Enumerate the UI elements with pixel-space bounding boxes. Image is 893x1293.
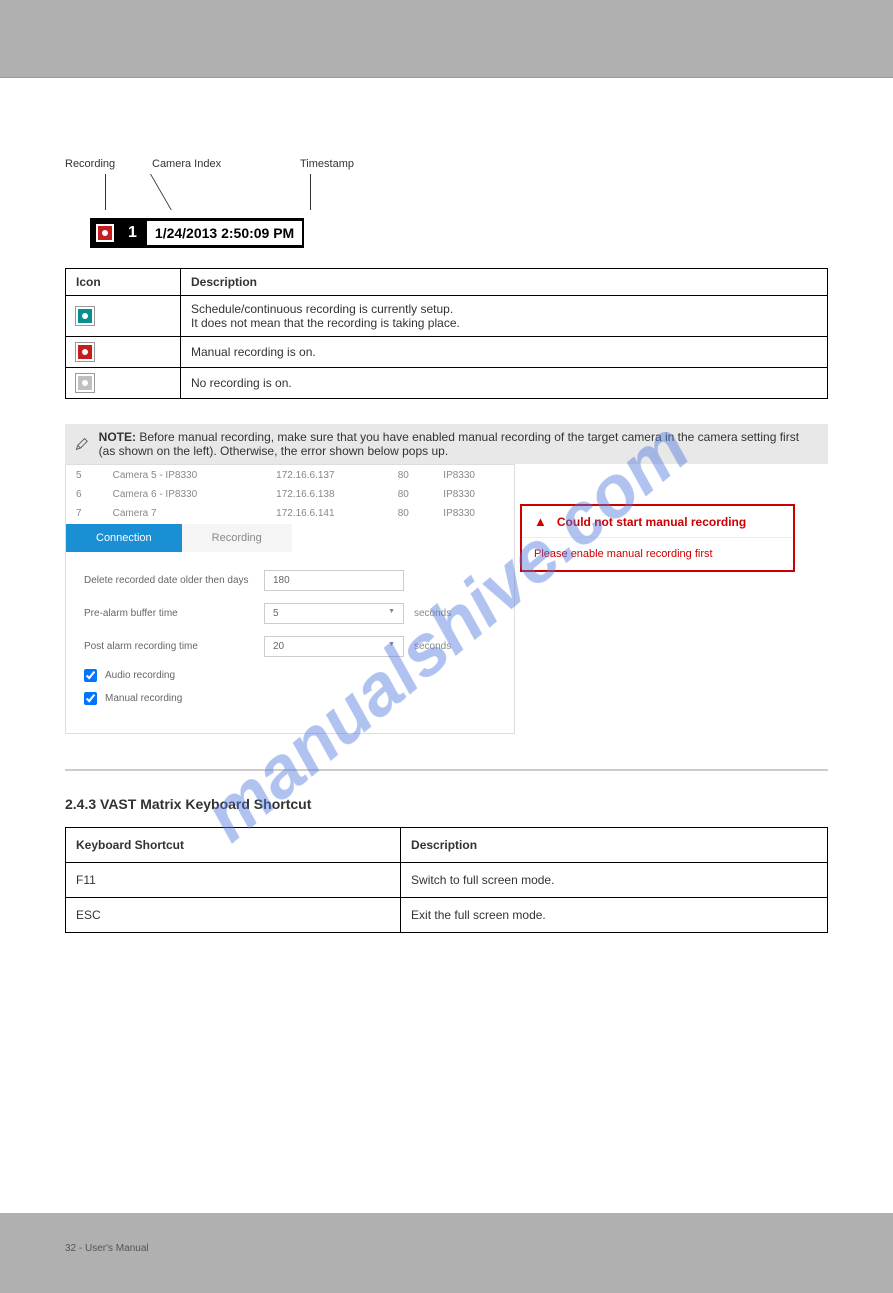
- tab-recording[interactable]: Recording: [182, 524, 292, 552]
- camera-status-bar: 1 1/24/2013 2:50:09 PM: [90, 218, 304, 248]
- table-header-description: Description: [401, 828, 828, 863]
- recording-icon: [96, 224, 114, 242]
- keyboard-shortcut-table: Keyboard Shortcut Description F11 Switch…: [65, 827, 828, 933]
- shortcut-key: ESC: [66, 898, 401, 933]
- shortcut-description: Exit the full screen mode.: [401, 898, 828, 933]
- timestamp-display: 1/24/2013 2:50:09 PM: [147, 221, 302, 245]
- prealarm-label: Pre-alarm buffer time: [84, 608, 264, 619]
- pencil-icon: [75, 434, 89, 454]
- note-header: NOTE: Before manual recording, make sure…: [65, 424, 828, 464]
- tab-bar: Connection Recording: [66, 524, 514, 552]
- recording-icon-legend-table: Icon Description Schedule/continuous rec…: [65, 268, 828, 399]
- section-heading: 2.4.3 VAST Matrix Keyboard Shortcut: [65, 796, 828, 812]
- manual-recording-checkbox[interactable]: [84, 692, 97, 705]
- table-row[interactable]: 5 Camera 5 - IP8330 172.16.6.137 80 IP83…: [68, 467, 512, 484]
- page-number: 32 - User's Manual: [65, 1243, 149, 1254]
- callout-label-camera-index: Camera Index: [152, 158, 221, 170]
- icon-description: Schedule/continuous recording is current…: [191, 302, 453, 316]
- callout-line: [310, 174, 311, 210]
- table-row: Manual recording is on.: [66, 337, 828, 368]
- page-footer: 32 - User's Manual: [0, 1213, 893, 1293]
- audio-recording-label: Audio recording: [105, 670, 175, 681]
- seconds-unit: seconds: [414, 608, 451, 619]
- section-divider: [65, 769, 828, 771]
- table-header-description: Description: [181, 269, 828, 296]
- error-message-text: Please enable manual recording first: [522, 538, 793, 570]
- delete-days-label: Delete recorded date older then days: [84, 575, 264, 586]
- error-title: Could not start manual recording: [557, 515, 746, 529]
- icon-description: No recording is on.: [181, 368, 828, 399]
- table-row: ESC Exit the full screen mode.: [66, 898, 828, 933]
- table-row: F11 Switch to full screen mode.: [66, 863, 828, 898]
- callout-line: [105, 174, 106, 210]
- callout-label-recording: Recording: [65, 158, 115, 170]
- warning-triangle-icon: ▲: [534, 514, 547, 529]
- tab-connection[interactable]: Connection: [66, 524, 182, 552]
- icon-description: It does not mean that the recording is t…: [191, 316, 460, 330]
- table-header-icon: Icon: [66, 269, 181, 296]
- note-label-text: NOTE: Before manual recording, make sure…: [99, 430, 818, 458]
- table-header-shortcut: Keyboard Shortcut: [66, 828, 401, 863]
- camera-index-number: 1: [118, 224, 147, 242]
- callout-label-timestamp: Timestamp: [300, 158, 354, 170]
- table-row[interactable]: 6 Camera 6 - IP8330 172.16.6.138 80 IP83…: [68, 486, 512, 503]
- delete-days-input[interactable]: 180: [264, 570, 404, 591]
- table-row: No recording is on.: [66, 368, 828, 399]
- callout-line: [150, 174, 216, 210]
- camera-settings-panel: 5 Camera 5 - IP8330 172.16.6.137 80 IP83…: [65, 464, 515, 734]
- schedule-recording-icon: [76, 307, 94, 325]
- top-header-bar: [0, 0, 893, 77]
- manual-recording-label: Manual recording: [105, 693, 182, 704]
- audio-recording-checkbox[interactable]: [84, 669, 97, 682]
- icon-description: Manual recording is on.: [181, 337, 828, 368]
- postalarm-select[interactable]: 20: [264, 636, 404, 657]
- prealarm-select[interactable]: 5: [264, 603, 404, 624]
- error-message-box: ▲ Could not start manual recording Pleas…: [520, 504, 795, 572]
- table-row[interactable]: 7 Camera 7 172.16.6.141 80 IP8330: [68, 505, 512, 522]
- postalarm-label: Post alarm recording time: [84, 641, 264, 652]
- table-row: Schedule/continuous recording is current…: [66, 296, 828, 337]
- seconds-unit: seconds: [414, 641, 451, 652]
- camera-list-table: 5 Camera 5 - IP8330 172.16.6.137 80 IP83…: [66, 465, 514, 524]
- shortcut-description: Switch to full screen mode.: [401, 863, 828, 898]
- no-recording-icon: [76, 374, 94, 392]
- manual-recording-icon: [76, 343, 94, 361]
- shortcut-key: F11: [66, 863, 401, 898]
- callout-diagram: Recording Camera Index Timestamp 1 1/24/…: [90, 158, 828, 248]
